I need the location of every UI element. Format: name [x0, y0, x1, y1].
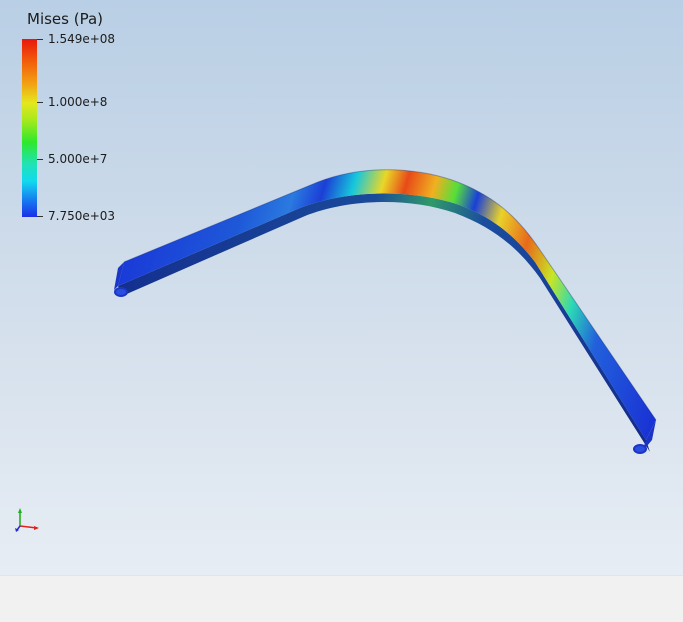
3d-viewport[interactable]: Mises (Pa) 1.549e+08 1.000e+8 5.000e+7 7… — [0, 0, 683, 575]
stress-contour-model[interactable] — [0, 0, 683, 575]
bar-top-edge — [123, 169, 657, 421]
bottom-status-bar — [0, 575, 683, 622]
fea-results-window: Mises (Pa) 1.549e+08 1.000e+8 5.000e+7 7… — [0, 0, 683, 622]
bar-top-face — [118, 169, 656, 440]
axes-triad-icon — [15, 508, 39, 532]
